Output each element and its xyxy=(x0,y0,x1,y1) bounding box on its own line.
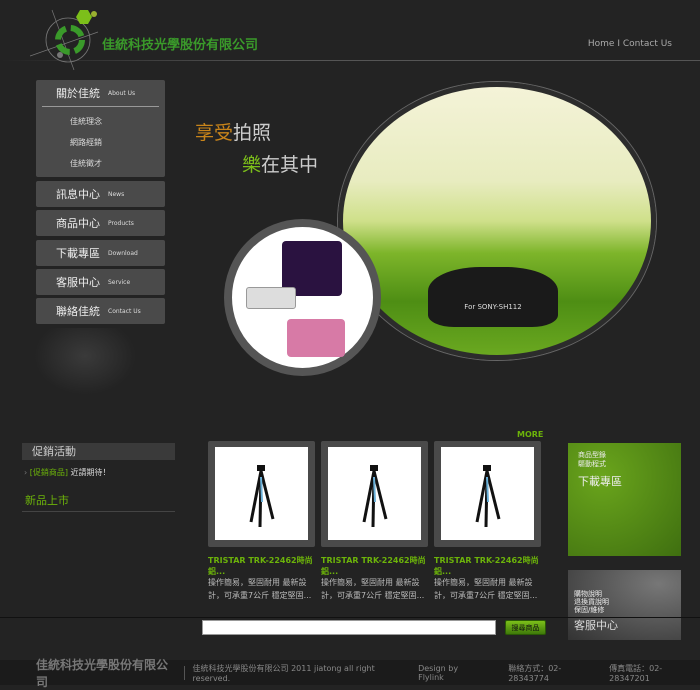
menu-item-products[interactable]: 商品中心 Products xyxy=(36,210,165,236)
submenu-dealers[interactable]: 網路經銷 xyxy=(36,132,165,153)
promo-title: 促銷活動 xyxy=(22,443,175,460)
service-line: 購物說明 xyxy=(574,590,602,598)
footer-copyright: 佳統科技光學股份有限公司 2011 jiatong all right rese… xyxy=(192,663,375,683)
submenu-careers[interactable]: 佳統徵才 xyxy=(36,153,165,174)
menu-item-news[interactable]: 訊息中心 News xyxy=(36,181,165,207)
download-title: 下載專區 xyxy=(578,475,622,488)
product-card[interactable] xyxy=(434,441,541,547)
menu-label: 訊息中心 xyxy=(56,188,100,201)
menu-label: 聯絡佳統 xyxy=(56,305,100,318)
service-panel[interactable]: 購物說明 退換貨說明 保固/維修 客服中心 xyxy=(568,570,681,640)
promo-text: 近請期待！ xyxy=(70,468,111,477)
product-title[interactable]: TRISTAR TRK-22462時尚鋁... xyxy=(208,555,316,577)
slogan-line2: 樂在其中 xyxy=(242,154,319,176)
company-name: 佳統科技光學股份有限公司 xyxy=(102,38,259,53)
product-title[interactable]: TRISTAR TRK-22462時尚鋁... xyxy=(434,555,542,577)
banner-image: For SONY-SH112 xyxy=(338,82,656,360)
menu-item-download[interactable]: 下載專區 Download xyxy=(36,240,165,266)
menu-label-en: About Us xyxy=(108,89,136,97)
nav-separator: I xyxy=(617,39,620,49)
product-desc: 操作簡易，堅固耐用 最新設計，可承重7公斤 穩定堅固... xyxy=(208,578,312,600)
header-divider xyxy=(0,60,700,61)
camera-bag-image xyxy=(224,219,381,376)
nav-contact-us[interactable]: Contact Us xyxy=(623,39,672,49)
nav-home[interactable]: Home xyxy=(588,39,615,49)
promo-tag: [促銷商品] xyxy=(29,468,68,477)
service-line: 保固/維修 xyxy=(574,606,605,614)
menu-item-service[interactable]: 客服中心 Service xyxy=(36,269,165,295)
footer-fax: 傳真電話：02-28347201 xyxy=(609,663,663,683)
new-products-title: 新品上市 xyxy=(25,494,69,507)
menu-label-en: News xyxy=(108,190,125,198)
menu-label-en: Download xyxy=(108,249,138,257)
product-card[interactable] xyxy=(208,441,315,547)
menu-item-contact[interactable]: 聯絡佳統 Contact Us xyxy=(36,298,165,324)
footer-contact: 聯絡方式：02-28343774 xyxy=(508,663,562,683)
product-desc: 操作簡易，堅固耐用 最新設計，可承重7公斤 穩定堅固... xyxy=(434,578,538,600)
submenu-philosophy[interactable]: 佳統理念 xyxy=(36,111,165,132)
tripod-image xyxy=(215,447,308,540)
download-panel[interactable]: 商品型錄 驅動程式 下載專區 xyxy=(568,443,681,556)
menu-item-about[interactable]: 關於佳統 About Us xyxy=(36,80,165,106)
product-desc: 操作簡易，堅固耐用 最新設計，可承重7公斤 穩定堅固... xyxy=(321,578,425,600)
top-nav: Home I Contact Us xyxy=(588,39,672,49)
menu-label-en: Contact Us xyxy=(108,307,141,315)
service-line: 退換貨說明 xyxy=(574,598,609,606)
product-card[interactable] xyxy=(321,441,428,547)
menu-label: 關於佳統 xyxy=(56,87,100,100)
menu-label: 商品中心 xyxy=(56,217,100,230)
tripod-image xyxy=(328,447,421,540)
divider xyxy=(0,617,700,618)
camera-sketch-image xyxy=(30,328,140,398)
footer-design[interactable]: Design by Flylink xyxy=(418,664,484,682)
footer-company: 佳統科技光學股份有限公司 xyxy=(36,657,169,689)
search-button[interactable]: 搜尋商品 xyxy=(505,620,546,635)
more-link[interactable]: MORE xyxy=(517,430,543,439)
footer: 佳統科技光學股份有限公司 佳統科技光學股份有限公司 2011 jiatong a… xyxy=(0,658,700,689)
divider xyxy=(22,511,175,512)
service-title: 客服中心 xyxy=(574,619,618,632)
search-input[interactable] xyxy=(202,620,496,635)
menu-label-en: Products xyxy=(108,219,134,227)
lens-hood-image: For SONY-SH112 xyxy=(428,267,558,327)
product-title[interactable]: TRISTAR TRK-22462時尚鋁... xyxy=(321,555,429,577)
menu-label: 客服中心 xyxy=(56,276,100,289)
footer-separator xyxy=(183,665,185,680)
menu-label-en: Service xyxy=(108,278,131,286)
slogan-line1: 享受拍照 xyxy=(195,122,272,144)
download-line: 驅動程式 xyxy=(578,460,606,468)
menu-about: 關於佳統 About Us 佳統理念 網路經銷 佳統徵才 xyxy=(36,80,165,177)
tripod-image xyxy=(441,447,534,540)
menu-label: 下載專區 xyxy=(56,247,100,260)
download-line: 商品型錄 xyxy=(578,451,606,459)
promo-item[interactable]: › [促銷商品] 近請期待！ xyxy=(24,467,111,478)
